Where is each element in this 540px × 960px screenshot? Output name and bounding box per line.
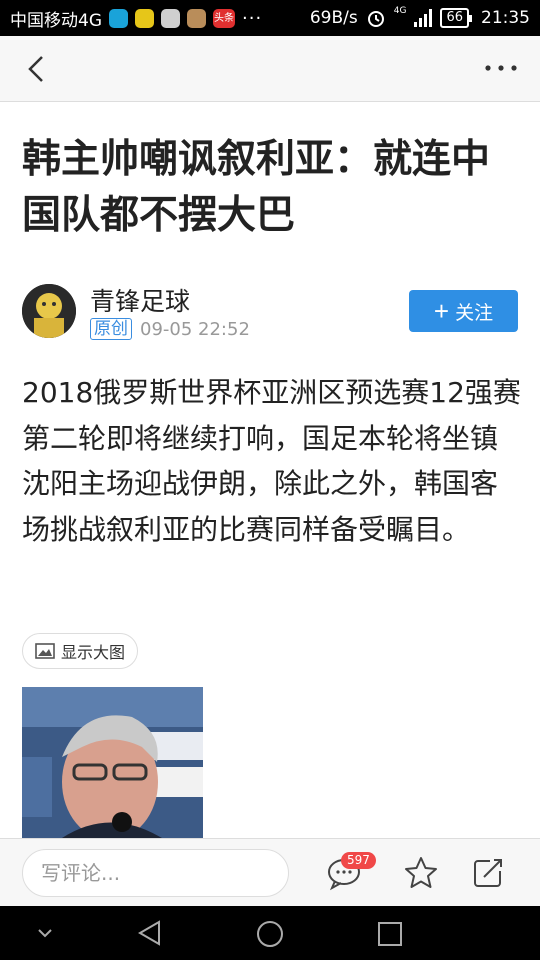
- back-triangle-icon[interactable]: [136, 919, 164, 947]
- article-photo[interactable]: [22, 687, 203, 838]
- comment-count-badge: 597: [341, 852, 376, 869]
- comment-input[interactable]: 写评论...: [22, 849, 289, 897]
- moon-app-icon: [109, 8, 128, 28]
- more-dots-icon[interactable]: [484, 60, 518, 76]
- top-nav-bar: [0, 36, 540, 102]
- battery-icon: 66: [440, 8, 472, 28]
- status-bar: 中国移动4G 头条 ··· 69B/s 4G 66 21:35: [0, 0, 540, 36]
- share-icon[interactable]: [470, 855, 506, 891]
- clock: 21:35: [481, 8, 530, 28]
- original-tag: 原创: [90, 318, 132, 340]
- system-nav-bar: [0, 906, 540, 960]
- article-meta: 原创 09-05 22:52: [90, 318, 250, 340]
- show-large-image-button[interactable]: 显示大图: [22, 633, 139, 669]
- comment-bar: 写评论... 597: [0, 838, 540, 906]
- article-body: 2018俄罗斯世界杯亚洲区预选赛12强赛第二轮即将继续打响，国足本轮将坐镇沈阳主…: [22, 376, 521, 546]
- home-circle-icon[interactable]: [255, 919, 285, 949]
- green-app-icon: [135, 8, 154, 28]
- star-icon[interactable]: [403, 855, 439, 891]
- chevron-down-icon[interactable]: [36, 926, 54, 940]
- show-large-image-label: 显示大图: [61, 643, 126, 662]
- notification-overflow: ···: [242, 7, 263, 29]
- toutiao-app-icon: 头条: [213, 8, 235, 28]
- signal-icon: [414, 9, 433, 27]
- author-avatar[interactable]: [22, 284, 76, 338]
- network-type: 4G: [393, 6, 407, 16]
- carrier-label: 中国移动4G: [10, 10, 102, 31]
- network-speed: 69B/s: [309, 8, 358, 28]
- bag-app-icon: [187, 8, 206, 28]
- alarm-icon: [367, 11, 384, 27]
- follow-label: 关注: [455, 302, 494, 324]
- recents-square-icon[interactable]: [376, 920, 404, 948]
- author-name[interactable]: 青锋足球: [90, 282, 190, 318]
- chevron-left-icon[interactable]: [22, 54, 52, 84]
- image-icon: [35, 643, 55, 659]
- article-title: 韩主帅嘲讽叙利亚：就连中国队都不摆大巴: [22, 137, 491, 238]
- publish-date: 09-05 22:52: [140, 318, 250, 340]
- face-app-icon: [161, 8, 180, 28]
- plus-icon: +: [433, 296, 450, 326]
- follow-button[interactable]: + 关注: [409, 290, 518, 332]
